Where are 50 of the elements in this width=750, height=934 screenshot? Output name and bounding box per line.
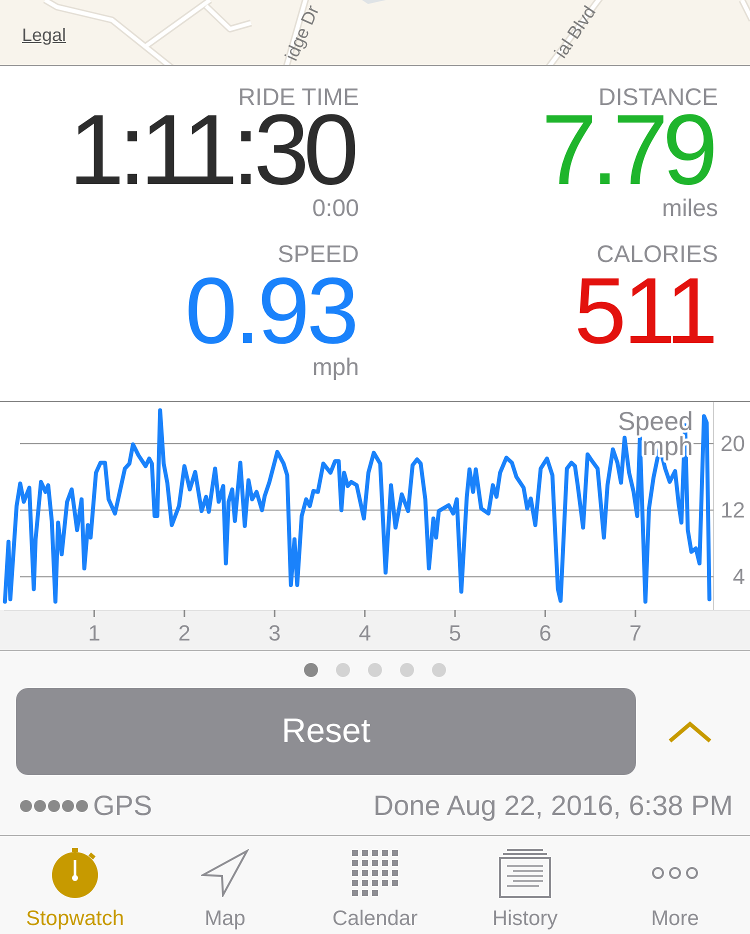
legal-link[interactable]: Legal [22,24,66,46]
tab-bar-item[interactable]: Calendar [300,836,450,934]
y-axis-label: 20 [720,431,745,456]
x-tick-mark [184,610,186,617]
x-tick-mark [93,610,95,617]
y-axis-label: 12 [720,498,745,523]
stat-label: SPEED [278,243,359,267]
x-axis-label: 4 [358,620,371,646]
x-tick-mark [274,610,276,617]
stat-value: 0.93 [185,273,356,349]
x-axis-label: 2 [178,620,191,646]
tab-bar-item[interactable]: More [600,836,750,934]
newspaper-icon [499,848,551,898]
x-tick-mark [454,610,456,617]
x-axis-label: 7 [629,620,642,646]
gps-signal-icon [20,800,88,812]
x-axis-label: 5 [448,620,462,646]
reset-button[interactable]: Reset [16,688,636,775]
chevron-up-icon [668,720,712,742]
stat-label: CALORIES [596,243,718,267]
page-dot[interactable] [336,663,350,677]
tab-bar-item[interactable]: Stopwatch [0,836,150,934]
finished-time: Done Aug 22, 2016, 6:38 PM [373,790,733,822]
stat-caption: mph [312,356,359,380]
x-tick-mark [634,610,636,617]
stat-value: 7.79 [541,110,712,190]
stat-caption: miles [662,197,718,221]
x-axis-label: 1 [88,620,100,646]
x-tick-mark [544,610,546,617]
stat-value: 1:11:30 [68,110,354,190]
page-dot[interactable] [368,663,382,677]
page-dot[interactable] [304,663,318,677]
stat-value: 511 [574,273,715,349]
stat-label: RIDE TIME [238,86,359,110]
x-axis-label: 6 [539,620,552,646]
x-axis-label: 3 [268,620,281,646]
calendar-grid-icon [352,850,398,896]
tab-bar-item[interactable]: History [450,836,600,934]
page-dot[interactable] [400,663,414,677]
y-axis-label: 4 [732,564,745,590]
tab-bar-item[interactable]: Map [150,836,300,934]
page-dot[interactable] [432,663,446,677]
location-arrow-icon [201,849,249,897]
three-dots-icon [651,866,699,880]
gps-label: GPS [93,790,152,822]
stat-caption: 0:00 [312,197,359,221]
stopwatch-icon [51,848,99,898]
street-label: idge Dr [281,2,323,64]
x-tick-mark [364,610,366,617]
stat-label: DISTANCE [598,86,718,110]
